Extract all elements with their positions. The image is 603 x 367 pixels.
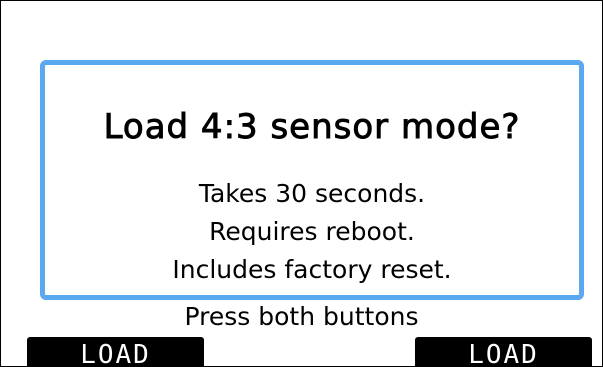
load-softkey-left[interactable]: LOAD bbox=[27, 337, 204, 366]
dialog-line-reboot: Requires reboot. bbox=[209, 217, 415, 246]
dialog-line-duration: Takes 30 seconds. bbox=[198, 179, 426, 208]
instruction-hint: Press both buttons bbox=[184, 302, 419, 331]
dialog-line-factory-reset: Includes factory reset. bbox=[172, 255, 452, 284]
load-softkey-right[interactable]: LOAD bbox=[415, 337, 592, 366]
dialog-message: Takes 30 seconds. Requires reboot. Inclu… bbox=[45, 175, 579, 289]
confirmation-dialog: Load 4:3 sensor mode? Takes 30 seconds. … bbox=[40, 60, 584, 300]
camera-screen: Load 4:3 sensor mode? Takes 30 seconds. … bbox=[0, 0, 603, 367]
dialog-title: Load 4:3 sensor mode? bbox=[103, 107, 521, 148]
